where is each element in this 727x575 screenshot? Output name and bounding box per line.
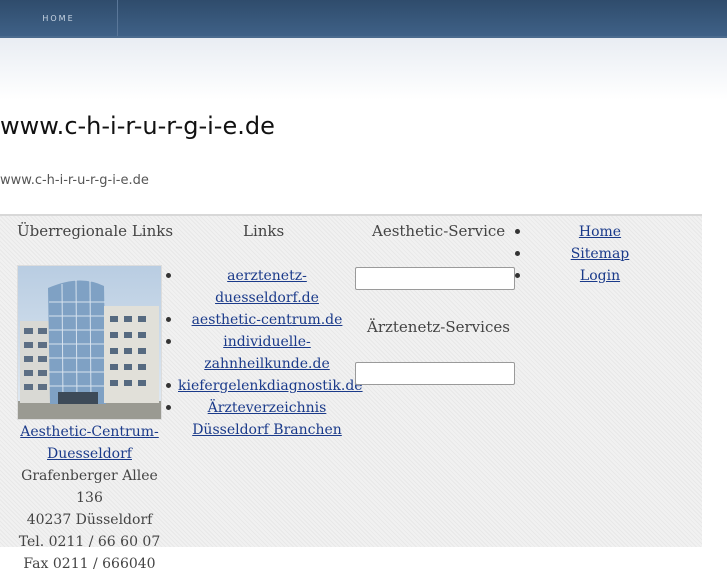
bullet-icon xyxy=(515,273,520,278)
list-item: Ärzteverzeichnis Düsseldorf Branchen xyxy=(166,397,356,441)
header-band xyxy=(0,38,727,100)
aerztenetz-services-input[interactable] xyxy=(355,362,515,385)
building-photo xyxy=(17,265,162,420)
bullet-icon xyxy=(166,273,171,278)
menu-sitemap-link[interactable]: Sitemap xyxy=(571,246,630,262)
bullet-icon xyxy=(166,383,171,388)
aesthetic-service-input[interactable] xyxy=(355,267,515,290)
phone-line: Tel. 0211 / 66 60 07 xyxy=(18,534,161,550)
link-aerztenetz-duesseldorf[interactable]: aerztenetz-duesseldorf.de xyxy=(215,268,319,306)
list-item: individuelle-zahnheilkunde.de xyxy=(166,331,356,375)
bullet-icon xyxy=(166,317,171,322)
bullet-icon xyxy=(515,229,520,234)
fax-line: Fax 0211 / 666040 xyxy=(23,556,156,572)
links-heading: Links xyxy=(243,222,285,240)
link-kiefergelenkdiagnostik[interactable]: kiefergelenkdiagnostik.de xyxy=(178,378,363,394)
list-item: kiefergelenkdiagnostik.de xyxy=(166,375,363,397)
aesthetic-centrum-link[interactable]: Aesthetic-Centrum- Duesseldorf xyxy=(20,424,159,462)
link-aerzteverzeichnis[interactable]: Ärzteverzeichnis Düsseldorf Branchen xyxy=(192,400,342,438)
nav-home-link[interactable]: HOME xyxy=(0,0,118,36)
link-individuelle-zahnheilkunde[interactable]: individuelle-zahnheilkunde.de xyxy=(204,334,329,372)
aerztenetz-services-heading: Ärztenetz-Services xyxy=(367,318,510,336)
site-title: www.c-h-i-r-u-r-g-i-e.de xyxy=(0,112,275,140)
bullet-icon xyxy=(166,339,171,344)
link-aesthetic-centrum[interactable]: aesthetic-centrum.de xyxy=(192,312,343,328)
site-subtitle: www.c-h-i-r-u-r-g-i-e.de xyxy=(0,173,149,188)
side-menu: Home Sitemap Login xyxy=(560,221,640,287)
links-list: aerztenetz-duesseldorf.de aesthetic-cent… xyxy=(166,265,363,441)
content-area: Überregionale Links Aesthetic-Centrum- D… xyxy=(0,214,702,572)
list-item: aerztenetz-duesseldorf.de xyxy=(166,265,356,309)
top-navigation-bar: HOME xyxy=(0,0,727,38)
ueberregionale-links-heading: Überregionale Links xyxy=(17,222,174,240)
bullet-icon xyxy=(515,251,520,256)
address-line: Grafenberger Allee 136 xyxy=(21,468,158,506)
list-item: aesthetic-centrum.de xyxy=(166,309,356,331)
address-line: 40237 Düsseldorf xyxy=(26,512,153,528)
building-image xyxy=(18,266,161,419)
aesthetic-service-heading: Aesthetic-Service xyxy=(372,222,506,240)
menu-home-link[interactable]: Home xyxy=(579,224,621,240)
bullet-icon xyxy=(166,405,171,410)
aesthetic-centrum-block: Aesthetic-Centrum- Duesseldorf Grafenberg… xyxy=(17,421,162,575)
menu-login-link[interactable]: Login xyxy=(580,268,620,284)
